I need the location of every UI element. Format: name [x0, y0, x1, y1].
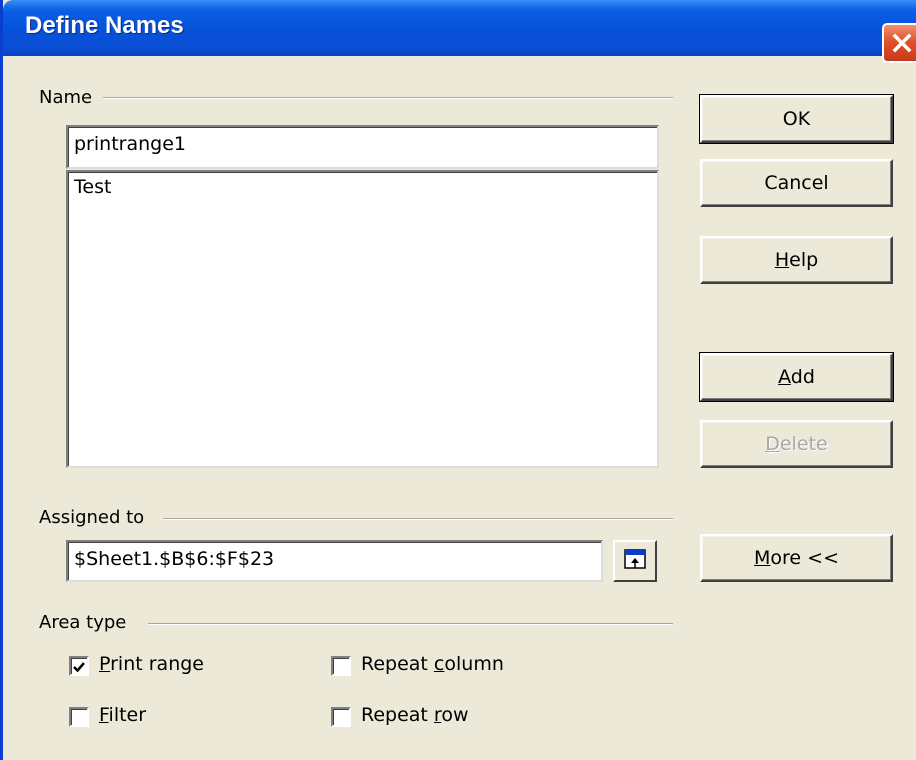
title-bar[interactable]: Define Names [3, 0, 916, 56]
name-group-label: Name [39, 87, 103, 108]
assigned-group-line [163, 518, 673, 520]
help-button[interactable]: Help [700, 236, 893, 284]
repeat-row-checkbox[interactable] [331, 707, 351, 727]
shrink-dialog-icon [624, 549, 646, 569]
repeat-column-checkbox[interactable] [331, 656, 351, 676]
name-group-line [103, 97, 673, 99]
area-type-group-line [148, 623, 673, 625]
ok-button[interactable]: OK [699, 94, 894, 144]
close-button[interactable] [882, 23, 916, 63]
close-icon [892, 33, 912, 53]
cancel-button[interactable]: Cancel [700, 159, 893, 207]
assigned-group-label: Assigned to [39, 507, 155, 528]
filter-checkbox[interactable] [69, 707, 89, 727]
print-range-label[interactable]: Print range [99, 653, 204, 675]
list-item[interactable]: Test [74, 176, 651, 198]
define-names-dialog: Define Names Name printrange1 Test Assig… [0, 0, 916, 760]
name-input[interactable]: printrange1 [66, 125, 659, 169]
area-type-group-label: Area type [39, 612, 137, 633]
shrink-button[interactable] [613, 540, 657, 582]
delete-button[interactable]: Delete [700, 420, 893, 468]
dialog-title: Define Names [25, 12, 184, 39]
add-button[interactable]: Add [699, 352, 894, 402]
repeat-column-label[interactable]: Repeat column [361, 653, 504, 675]
assigned-to-input[interactable]: $Sheet1.$B$6:$F$23 [66, 540, 603, 582]
names-list[interactable]: Test [66, 170, 659, 468]
checkmark-icon [73, 662, 85, 673]
filter-label[interactable]: Filter [99, 704, 146, 726]
print-range-checkbox[interactable] [69, 656, 89, 676]
repeat-row-label[interactable]: Repeat row [361, 704, 469, 726]
more-button[interactable]: More << [700, 534, 893, 582]
